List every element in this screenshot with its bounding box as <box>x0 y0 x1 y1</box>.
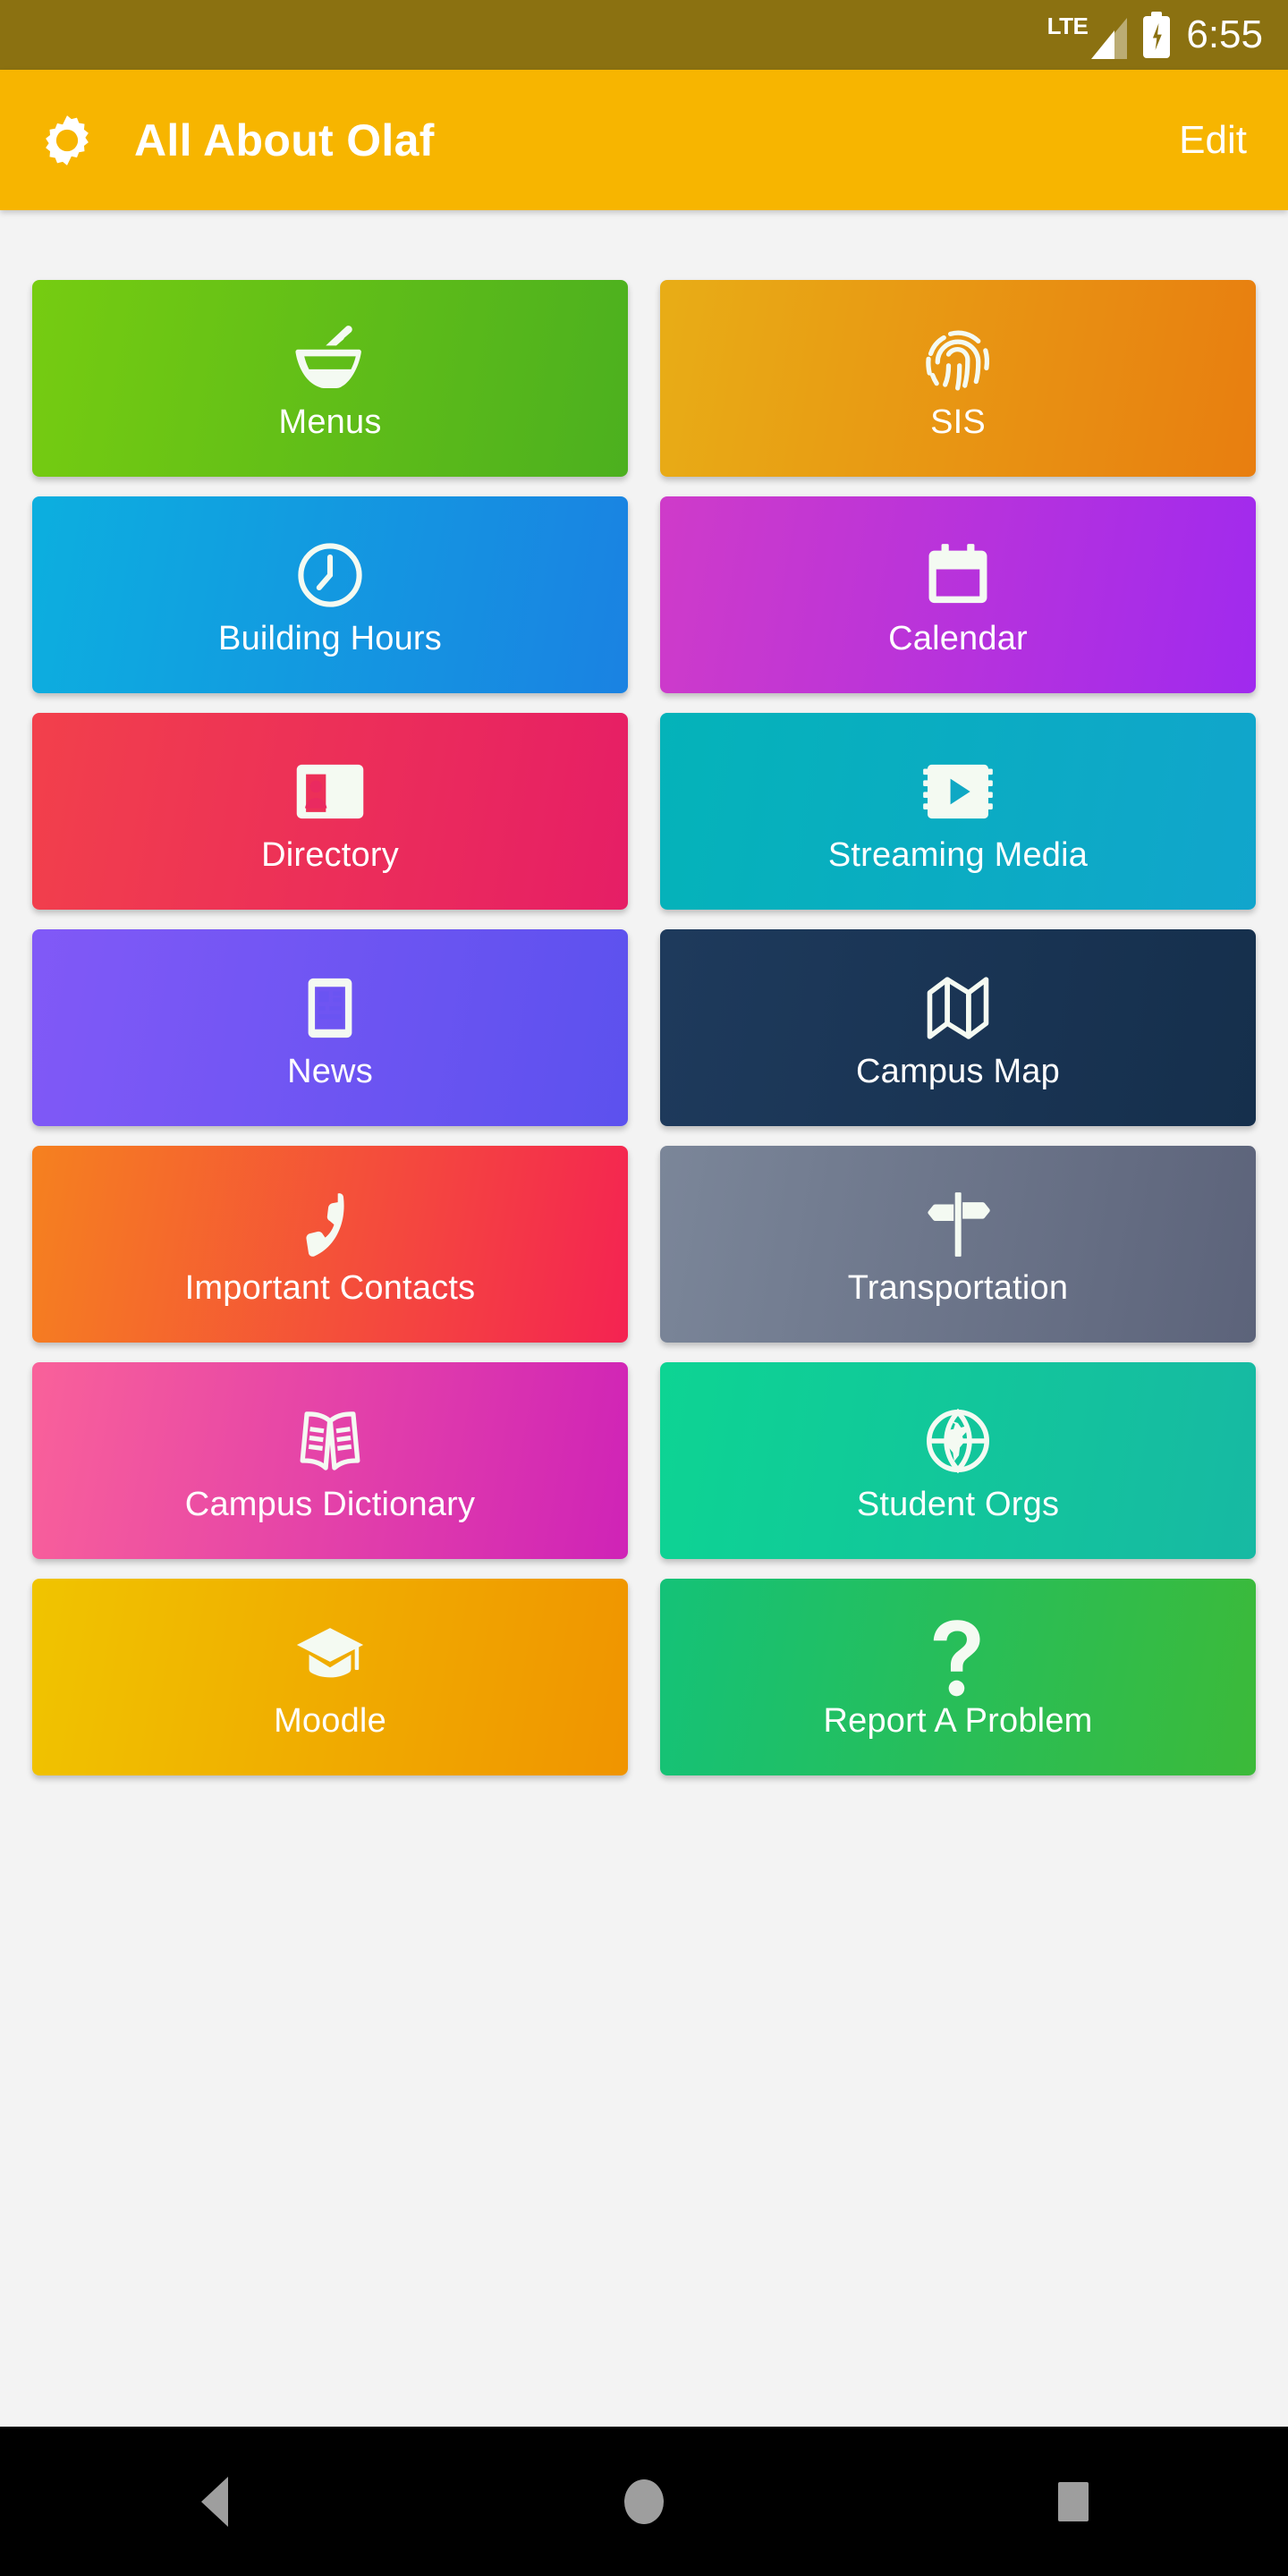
app-bar: All About Olaf Edit <box>0 70 1288 210</box>
battery-charging-icon <box>1143 12 1171 58</box>
video-film-icon <box>913 750 1003 833</box>
tile-building-hours[interactable]: Building Hours <box>32 496 628 693</box>
tile-label: Important Contacts <box>184 1269 476 1307</box>
globe-icon <box>913 1400 1003 1482</box>
nav-back-button[interactable] <box>125 2427 304 2576</box>
tile-label: Directory <box>261 836 399 874</box>
signpost-icon <box>913 1183 1003 1266</box>
tile-label: Menus <box>278 403 382 441</box>
tile-campus-dictionary[interactable]: Campus Dictionary <box>32 1362 628 1559</box>
tile-label: Building Hours <box>218 620 442 657</box>
network-type-label: LTE <box>1046 13 1089 39</box>
fingerprint-icon <box>913 318 1003 400</box>
tile-calendar[interactable]: Calendar <box>660 496 1256 693</box>
mortar-pestle-icon <box>285 318 375 400</box>
folded-map-icon <box>913 967 1003 1049</box>
newspaper-icon <box>285 967 375 1049</box>
nav-recents-button[interactable] <box>984 2427 1163 2576</box>
tile-campus-map[interactable]: Campus Map <box>660 929 1256 1126</box>
nav-home-button[interactable] <box>555 2427 733 2576</box>
tile-moodle[interactable]: Moodle <box>32 1579 628 1775</box>
tile-label: Campus Map <box>856 1053 1060 1090</box>
clock-icon <box>285 534 375 616</box>
settings-button[interactable] <box>0 70 134 210</box>
tile-label: Report A Problem <box>823 1702 1093 1740</box>
square-recents-icon <box>1058 2481 1089 2521</box>
tile-label: SIS <box>930 403 986 441</box>
tile-label: Student Orgs <box>856 1486 1060 1523</box>
edit-button[interactable]: Edit <box>1179 118 1288 163</box>
open-book-icon <box>285 1400 375 1482</box>
tile-label: Calendar <box>888 620 1028 657</box>
graduation-cap-icon <box>285 1616 375 1699</box>
question-mark-icon <box>913 1616 1003 1699</box>
android-navigation-bar <box>0 2427 1288 2576</box>
phone-screen: LTE 6:55 All About Olaf Edit Menus SIS Bui… <box>0 0 1288 2576</box>
tile-label: Campus Dictionary <box>184 1486 476 1523</box>
tile-important-contacts[interactable]: Important Contacts <box>32 1146 628 1343</box>
page-title: All About Olaf <box>134 114 435 165</box>
gear-icon <box>39 113 95 168</box>
tile-sis[interactable]: SIS <box>660 280 1256 477</box>
tile-transportation[interactable]: Transportation <box>660 1146 1256 1343</box>
tile-label: Transportation <box>847 1269 1069 1307</box>
signal-strength-icon <box>1089 16 1128 59</box>
triangle-back-icon <box>201 2476 228 2527</box>
tile-streaming-media[interactable]: Streaming Media <box>660 713 1256 910</box>
tile-label: Streaming Media <box>827 836 1089 874</box>
tile-news[interactable]: News <box>32 929 628 1126</box>
tile-student-orgs[interactable]: Student Orgs <box>660 1362 1256 1559</box>
contact-card-icon <box>285 750 375 833</box>
status-bar: LTE 6:55 <box>0 0 1288 70</box>
tile-menus[interactable]: Menus <box>32 280 628 477</box>
tile-directory[interactable]: Directory <box>32 713 628 910</box>
tile-grid: Menus SIS Building Hours Calendar Directory S… <box>32 280 1256 1775</box>
status-bar-right: LTE 6:55 <box>1047 11 1263 59</box>
phone-icon <box>285 1183 375 1266</box>
calendar-icon <box>913 534 1003 616</box>
tile-label: Moodle <box>274 1702 386 1740</box>
tile-report-a-problem[interactable]: Report A Problem <box>660 1579 1256 1775</box>
status-bar-clock: 6:55 <box>1186 13 1263 56</box>
tile-label: News <box>287 1053 373 1090</box>
circle-home-icon <box>624 2479 664 2524</box>
signal-bars-icon: LTE <box>1047 11 1128 59</box>
